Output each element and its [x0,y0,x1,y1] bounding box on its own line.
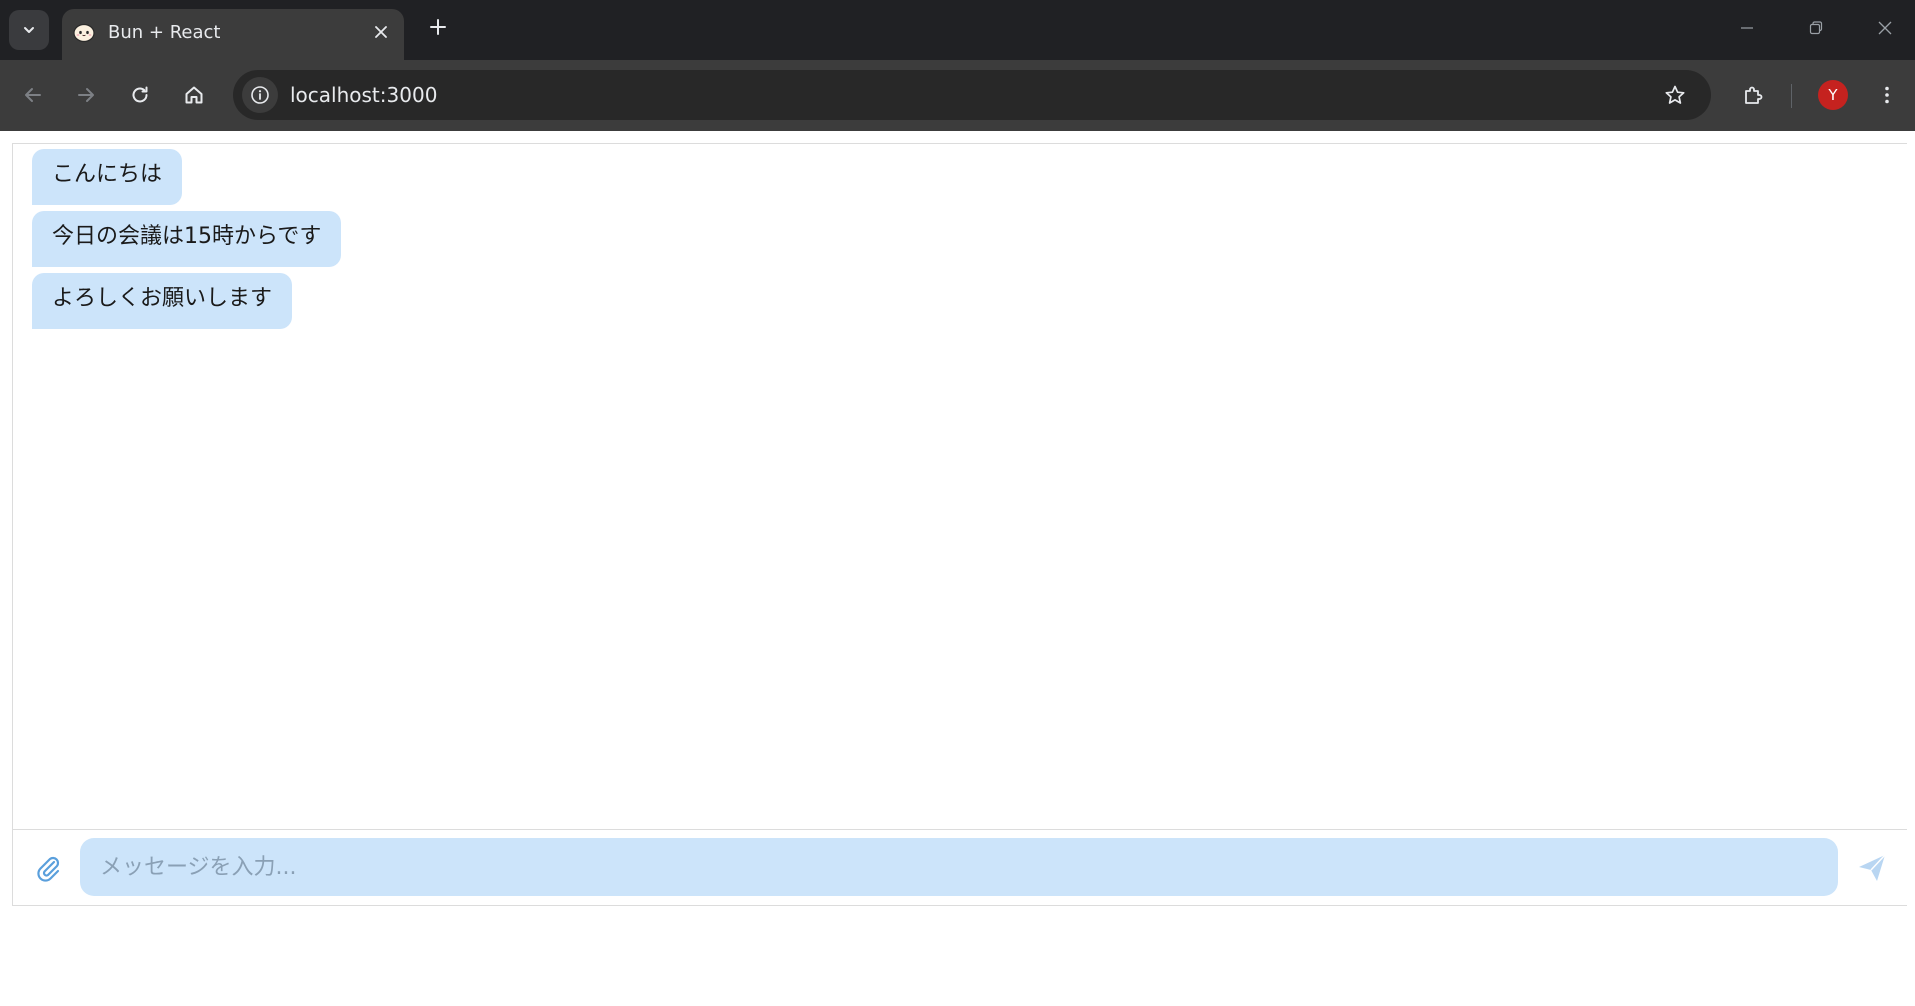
close-icon [1878,21,1892,35]
address-url[interactable]: localhost:3000 [290,83,437,107]
tab-strip: Bun + React [0,0,1915,60]
paperclip-icon [37,856,60,882]
tab-title: Bun + React [108,22,221,43]
site-info-button[interactable] [242,77,278,113]
reload-button[interactable] [122,77,158,113]
reload-icon [132,86,148,103]
message-input-bar [13,829,1907,905]
minimize-button[interactable] [1731,12,1763,44]
tab-search-button[interactable] [9,10,49,50]
message-input[interactable] [80,838,1838,896]
message-bubble: よろしくお願いします [32,273,293,329]
message-bubble: こんにちは [32,149,183,205]
restore-icon [1809,21,1823,35]
browser-toolbar: localhost:3000 Y [0,60,1915,131]
puzzle-icon [1745,86,1763,104]
menu-button[interactable] [1869,77,1905,113]
toolbar-divider [1791,84,1792,108]
send-button[interactable] [1850,846,1894,890]
star-icon [1665,85,1685,104]
window-close-button[interactable] [1869,12,1901,44]
new-tab-button[interactable] [424,13,452,41]
bookmark-button[interactable] [1659,79,1691,111]
attach-button[interactable] [30,850,66,886]
forward-button[interactable] [68,77,104,113]
arrow-right-icon [78,88,94,102]
home-icon [185,86,203,104]
extensions-button[interactable] [1736,77,1772,113]
back-button[interactable] [15,77,51,113]
tab-close-button[interactable] [368,19,394,45]
plus-icon [430,19,446,35]
more-vertical-icon [1885,86,1889,104]
address-bar[interactable]: localhost:3000 [233,70,1711,120]
browser-tab[interactable]: Bun + React [62,9,404,60]
close-icon [375,26,387,38]
bun-logo-icon [73,23,95,43]
info-icon [251,86,269,104]
minimize-icon [1741,27,1753,29]
message-bubble: 今日の会議は15時からです [32,211,342,267]
arrow-left-icon [25,88,41,102]
send-icon [1859,854,1886,881]
message-list: こんにちは 今日の会議は15時からです よろしくお願いします [13,144,1907,818]
page-viewport: こんにちは 今日の会議は15時からです よろしくお願いします [0,131,1915,1006]
profile-avatar[interactable]: Y [1818,80,1848,110]
chat-container: こんにちは 今日の会議は15時からです よろしくお願いします [12,143,1907,906]
home-button[interactable] [176,77,212,113]
chevron-down-icon [24,27,34,33]
restore-button[interactable] [1800,12,1832,44]
